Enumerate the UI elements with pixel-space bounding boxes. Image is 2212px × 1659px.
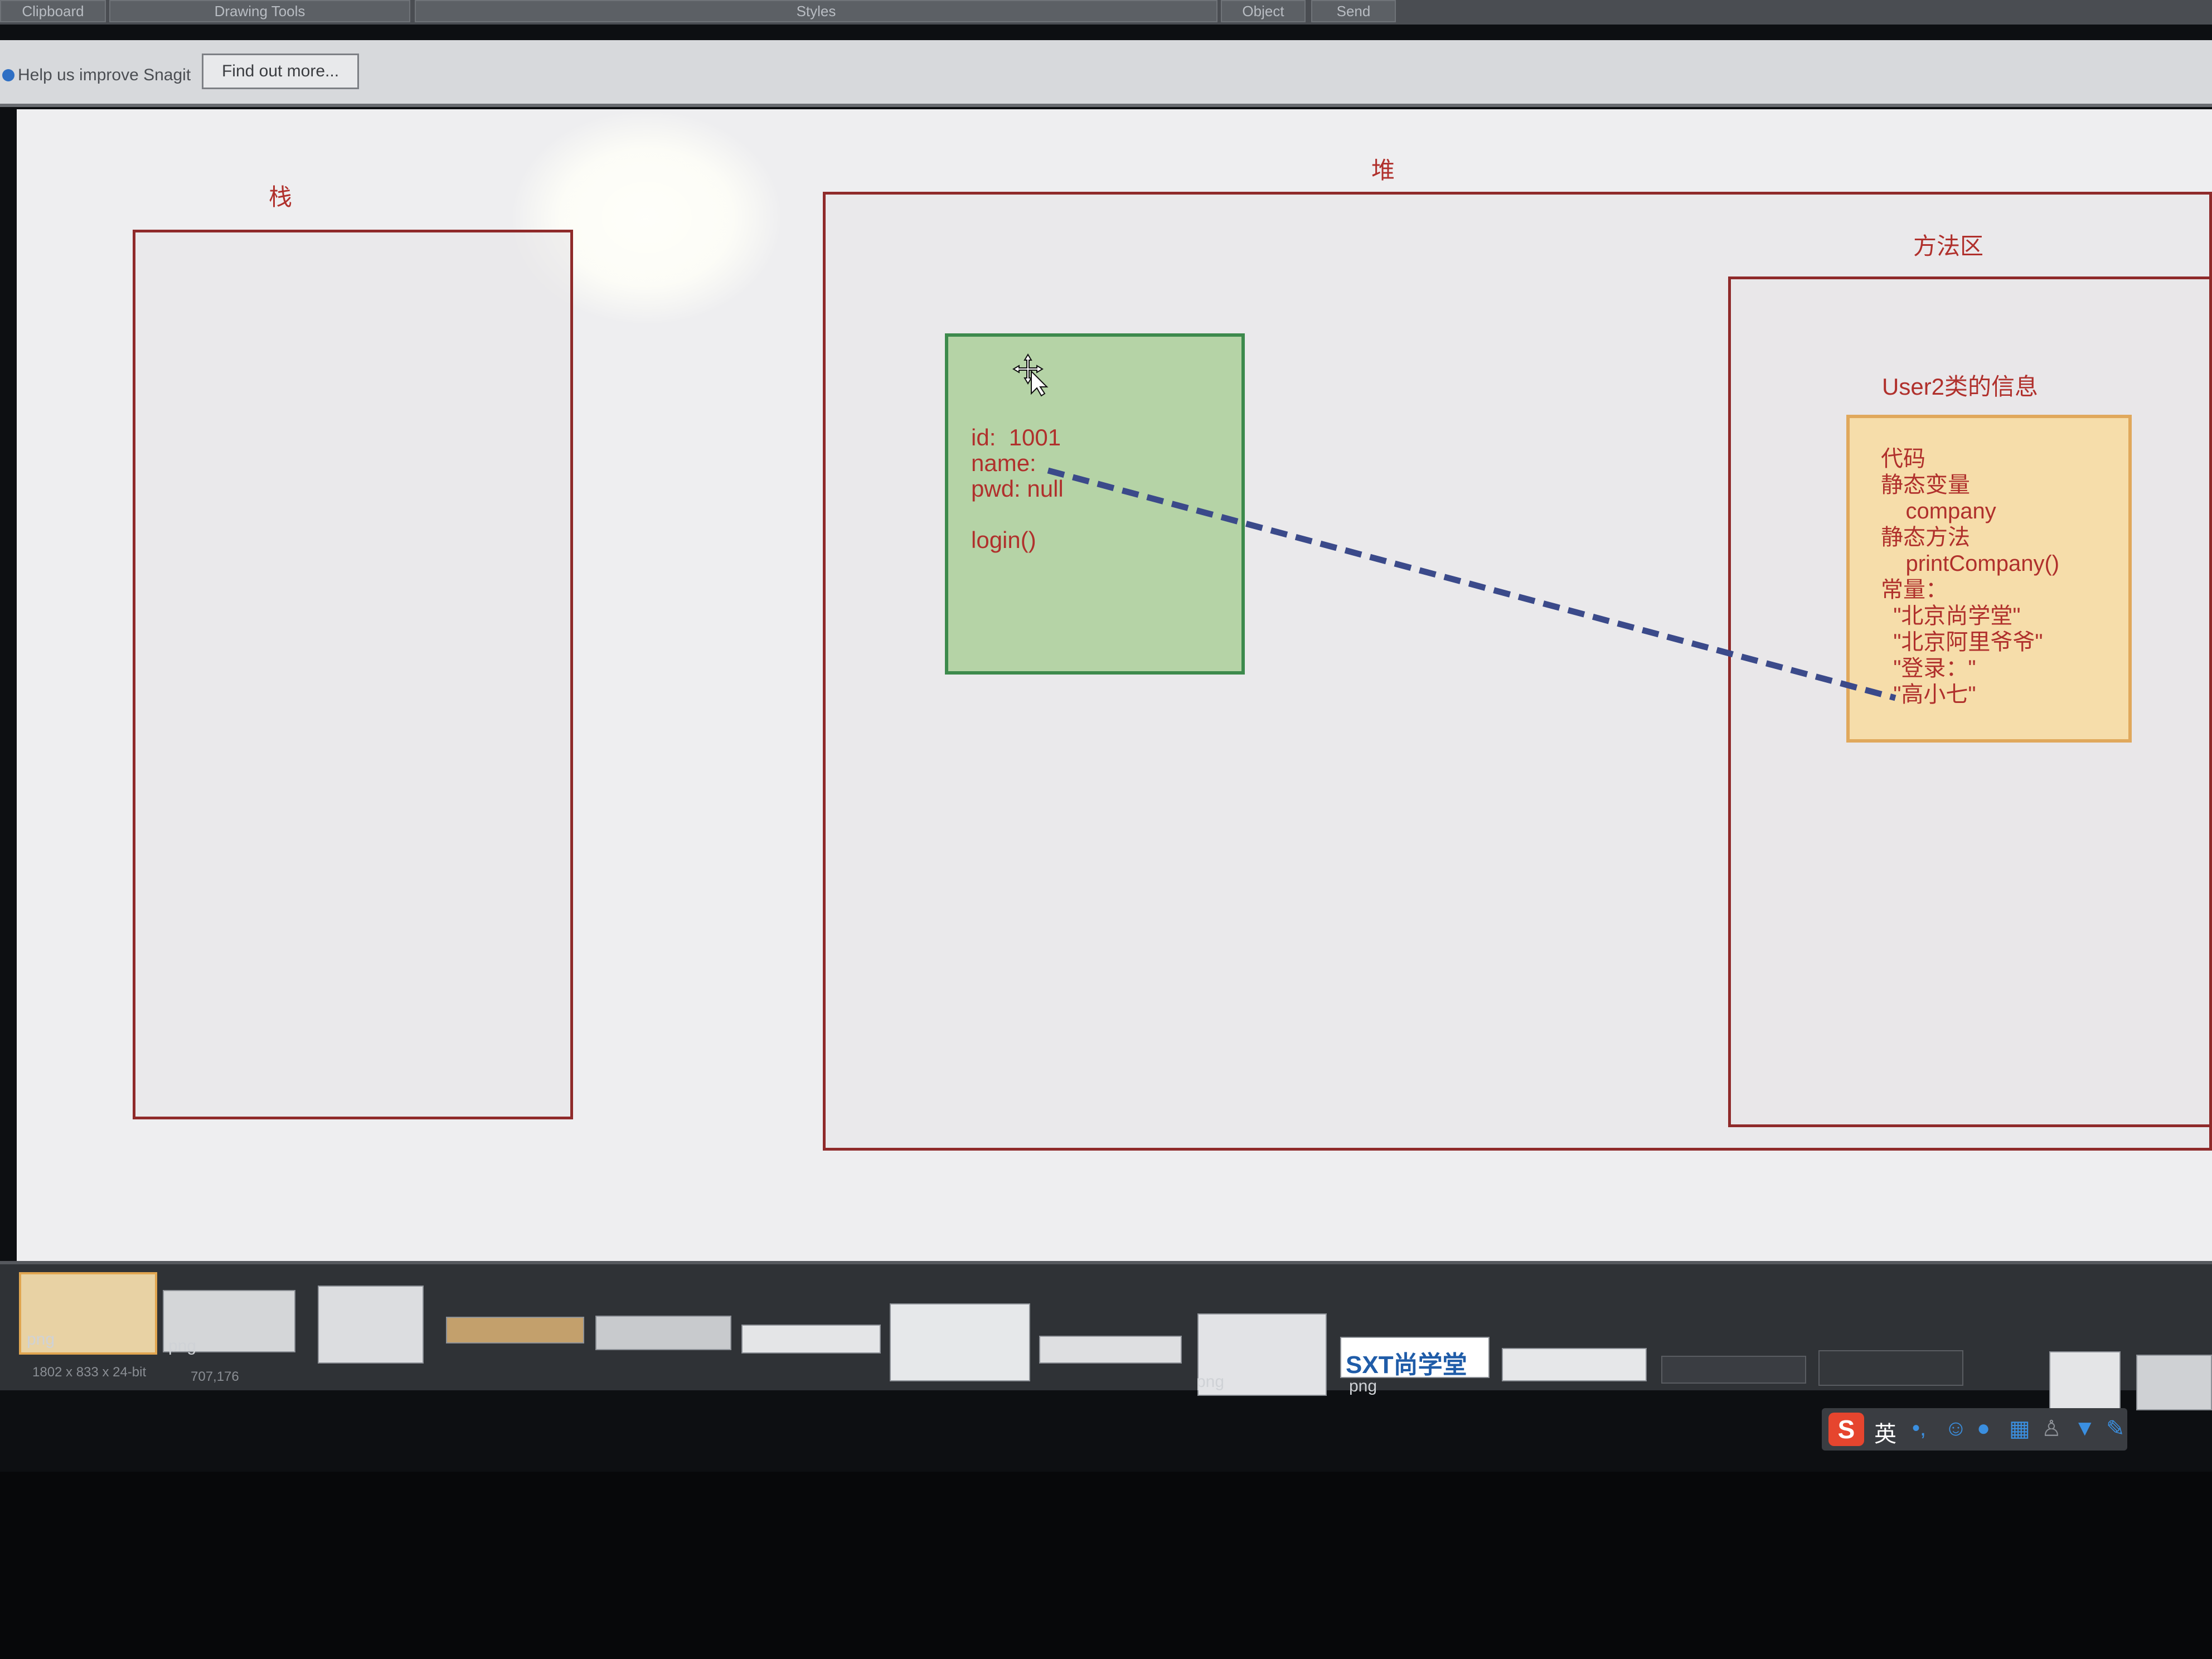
ime-logo-icon[interactable]: S [1828, 1413, 1864, 1446]
microphone-icon[interactable]: ● [1977, 1416, 1990, 1441]
image-bytes-status: 707,176 [191, 1369, 239, 1384]
emoji-icon[interactable]: ☺ [1944, 1416, 1967, 1441]
ime-language-toggle[interactable]: 英 [1874, 1416, 1896, 1448]
keyboard-icon[interactable]: ▦ [2009, 1416, 2030, 1442]
monitor-bezel [0, 1472, 2212, 1659]
thumbnail-12[interactable] [1661, 1356, 1806, 1384]
thumbnail-14[interactable] [2049, 1351, 2121, 1414]
thumbnail-13[interactable] [1818, 1350, 1963, 1386]
thumbnail-7[interactable] [890, 1303, 1030, 1381]
thumbnail-2-tag: png [168, 1337, 197, 1355]
image-size-status: 1802 x 833 x 24-bit [32, 1365, 147, 1380]
settings-icon[interactable]: ✎ [2106, 1416, 2125, 1442]
thumbnail-4[interactable] [446, 1317, 584, 1343]
thumbnail-10-tag: png [1349, 1377, 1377, 1395]
thumbnail-1-tag: png [27, 1330, 55, 1348]
brand-text: SXT尚学堂 [1346, 1351, 1467, 1379]
thumbnail-10[interactable]: SXT尚学堂 [1340, 1337, 1490, 1379]
thumbnail-3[interactable] [318, 1286, 424, 1364]
thumbnail-15[interactable] [2136, 1355, 2212, 1410]
thumbnail-11[interactable] [1502, 1348, 1647, 1381]
thumbnail-8[interactable] [1039, 1336, 1182, 1364]
punctuation-icon[interactable]: •, [1912, 1416, 1926, 1441]
user-icon[interactable]: ♙ [2041, 1416, 2061, 1442]
thumbnail-6[interactable] [741, 1325, 881, 1354]
skin-icon[interactable]: ▼ [2074, 1416, 2096, 1441]
thumbnail-9-tag: png [1196, 1372, 1225, 1391]
thumbnail-5[interactable] [595, 1316, 731, 1350]
